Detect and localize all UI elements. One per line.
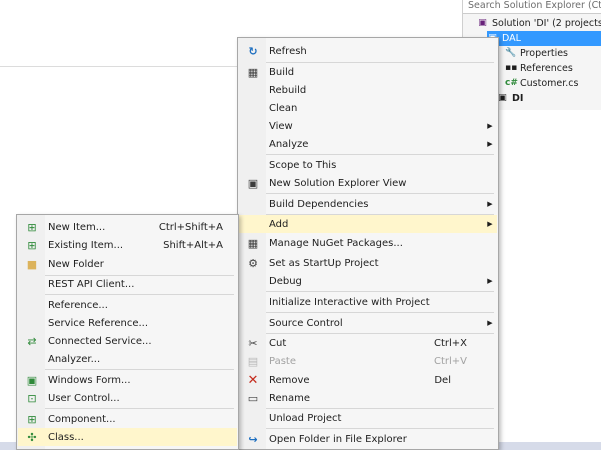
- paste-icon: ▤: [247, 354, 259, 368]
- menu-separator: [266, 291, 494, 292]
- wrench-icon: 🔧: [505, 48, 517, 58]
- submenu-arrow-icon: ▶: [487, 122, 493, 130]
- menu-item-clean[interactable]: Clean: [239, 99, 497, 117]
- submenu-item-windows-form[interactable]: ▣ Windows Form...: [18, 371, 237, 389]
- tree-item-label: References: [520, 63, 573, 74]
- existing-item-icon: ⊞: [27, 238, 37, 252]
- build-icon: ▦: [247, 65, 259, 79]
- user-control-icon: ⊡: [27, 391, 37, 405]
- tree-item-label: DI: [512, 93, 524, 104]
- tree-item-label: Properties: [520, 48, 569, 59]
- menu-item-remove[interactable]: ✕ Remove Del: [239, 371, 497, 389]
- references-icon: ▪▪: [505, 63, 518, 73]
- submenu-item-rest-api-client[interactable]: REST API Client...: [18, 275, 237, 293]
- menu-item-analyze[interactable]: Analyze ▶: [239, 135, 497, 153]
- menu-item-rebuild[interactable]: Rebuild: [239, 81, 497, 99]
- windows-form-icon: ▣: [26, 373, 38, 387]
- submenu-item-service-reference[interactable]: Service Reference...: [18, 314, 237, 332]
- submenu-item-new-folder[interactable]: ■ New Folder: [18, 255, 237, 273]
- connected-service-icon: ⇄: [27, 334, 37, 348]
- menu-item-open-folder[interactable]: ↪ Open Folder in File Explorer: [239, 430, 497, 448]
- tree-item-di[interactable]: ▣ DI: [497, 91, 523, 106]
- menu-item-manage-nuget[interactable]: ▦ Manage NuGet Packages...: [239, 234, 497, 252]
- menu-separator: [266, 154, 494, 155]
- solution-explorer-search-input[interactable]: Search Solution Explorer (Ctrl+: [463, 0, 601, 14]
- component-icon: ⊞: [27, 412, 37, 426]
- submenu-item-analyzer[interactable]: Analyzer...: [18, 350, 237, 368]
- menu-item-source-control[interactable]: Source Control ▶: [239, 314, 497, 332]
- submenu-item-existing-item[interactable]: ⊞ Existing Item... Shift+Alt+A: [18, 236, 237, 254]
- class-icon: ✣: [27, 430, 37, 444]
- csharp-file-icon: c#: [505, 78, 518, 88]
- menu-item-build[interactable]: ▦ Build: [239, 63, 497, 81]
- menu-item-add[interactable]: Add ▶: [239, 215, 497, 233]
- menu-item-scope-to-this[interactable]: Scope to This: [239, 156, 497, 174]
- menu-item-unload-project[interactable]: Unload Project: [239, 409, 497, 427]
- submenu-item-class[interactable]: ✣ Class...: [18, 428, 237, 446]
- menu-item-refresh[interactable]: ↻ Refresh: [239, 42, 497, 60]
- submenu-arrow-icon: ▶: [487, 140, 493, 148]
- menu-separator: [266, 193, 494, 194]
- menu-item-view[interactable]: View ▶: [239, 117, 497, 135]
- tree-item-properties[interactable]: 🔧 Properties: [505, 46, 568, 61]
- tree-item-label: DAL: [502, 33, 521, 44]
- submenu-item-user-control[interactable]: ⊡ User Control...: [18, 389, 237, 407]
- menu-item-build-dependencies[interactable]: Build Dependencies ▶: [239, 195, 497, 213]
- menu-item-initialize-interactive[interactable]: Initialize Interactive with Project: [239, 293, 497, 311]
- menu-separator: [266, 428, 494, 429]
- add-submenu: ⊞ New Item... Ctrl+Shift+A ⊞ Existing It…: [16, 214, 239, 450]
- new-item-icon: ⊞: [27, 220, 37, 234]
- menu-item-cut[interactable]: ✂ Cut Ctrl+X: [239, 334, 497, 352]
- menu-separator: [45, 369, 234, 370]
- tree-item-solution[interactable]: ▣ Solution 'DI' (2 projects): [477, 16, 601, 31]
- rename-icon: ▭: [247, 391, 259, 405]
- gear-icon: ⚙: [248, 256, 258, 270]
- menu-item-paste[interactable]: ▤ Paste Ctrl+V: [239, 352, 497, 370]
- menu-item-set-startup[interactable]: ⚙ Set as StartUp Project: [239, 254, 497, 272]
- solution-icon: ▣: [478, 18, 487, 28]
- tree-item-label: Customer.cs: [520, 78, 579, 89]
- tree-item-customer[interactable]: c# Customer.cs: [505, 76, 578, 91]
- menu-separator: [45, 408, 234, 409]
- folder-icon: ■: [26, 257, 38, 271]
- menu-item-debug[interactable]: Debug ▶: [239, 272, 497, 290]
- submenu-arrow-icon: ▶: [487, 200, 493, 208]
- tree-item-references[interactable]: ▪▪ References: [505, 61, 573, 76]
- submenu-arrow-icon: ▶: [487, 319, 493, 327]
- project-context-menu: ↻ Refresh ▦ Build Rebuild Clean View ▶ A…: [237, 37, 499, 450]
- submenu-arrow-icon: ▶: [487, 220, 493, 228]
- tree-item-dal[interactable]: ▣ DAL: [487, 31, 601, 46]
- submenu-item-component[interactable]: ⊞ Component...: [18, 410, 237, 428]
- submenu-item-new-item[interactable]: ⊞ New Item... Ctrl+Shift+A: [18, 218, 237, 236]
- submenu-arrow-icon: ▶: [487, 277, 493, 285]
- menu-separator: [45, 294, 234, 295]
- tree-item-label: Solution 'DI' (2 projects): [492, 18, 601, 29]
- submenu-item-reference[interactable]: Reference...: [18, 296, 237, 314]
- remove-icon: ✕: [247, 372, 259, 388]
- menu-item-rename[interactable]: ▭ Rename: [239, 389, 497, 407]
- open-folder-icon: ↪: [248, 432, 258, 446]
- menu-separator: [266, 312, 494, 313]
- new-view-icon: ▣: [247, 176, 259, 190]
- refresh-icon: ↻: [248, 44, 258, 58]
- submenu-item-connected-service[interactable]: ⇄ Connected Service...: [18, 332, 237, 350]
- menu-item-new-solution-explorer-view[interactable]: ▣ New Solution Explorer View: [239, 174, 497, 192]
- scissors-icon: ✂: [248, 336, 258, 350]
- nuget-icon: ▦: [247, 236, 259, 250]
